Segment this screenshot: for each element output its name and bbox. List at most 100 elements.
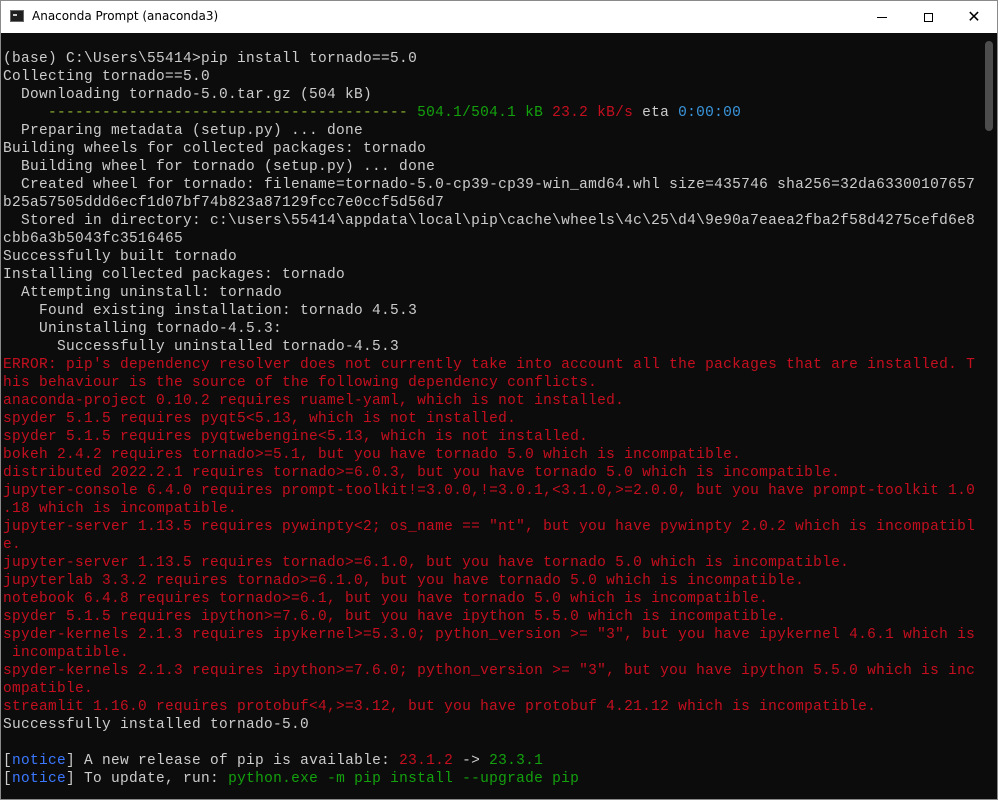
console-text-segment: 23.2 kB/s	[552, 105, 634, 121]
console-text-segment: jupyter-console 6.4.0 requires prompt-to…	[3, 483, 976, 499]
console-text-segment: spyder-kernels 2.1.3 requires ipython>=7…	[3, 663, 976, 679]
console-line: Attempting uninstall: tornado	[3, 284, 975, 302]
console-text-segment: Building wheel for tornado (setup.py) ..…	[3, 159, 436, 175]
console-line: (base) C:\Users\55414>pip install tornad…	[3, 50, 975, 68]
console-line: Stored in directory: c:\users\55414\appd…	[3, 212, 975, 230]
console-line: Collecting tornado==5.0	[3, 68, 975, 86]
vertical-scrollbar[interactable]	[981, 33, 997, 799]
console-text-segment: spyder-kernels 2.1.3 requires ipykernel>…	[3, 627, 976, 643]
console-line: Building wheel for tornado (setup.py) ..…	[3, 158, 975, 176]
console-text-segment: e.	[3, 537, 22, 553]
terminal-icon	[10, 10, 24, 22]
console-line: ERROR: pip's dependency resolver does no…	[3, 356, 975, 374]
close-icon: ✕	[967, 7, 981, 26]
console-text-segment: 23.3.1	[489, 753, 544, 769]
console-text-segment: cbb6a3b5043fc3516465	[3, 231, 184, 247]
console-line: Building wheels for collected packages: …	[3, 140, 975, 158]
console-line: Successfully built tornado	[3, 248, 975, 266]
console-text-segment: b25a57505ddd6ecf1d07bf74b823a87129fcc7e0…	[3, 195, 445, 211]
console-line: bokeh 2.4.2 requires tornado>=5.1, but y…	[3, 446, 975, 464]
console-line: spyder 5.1.5 requires ipython>=7.6.0, bu…	[3, 608, 975, 626]
console-text-segment: Stored in directory: c:\users\55414\appd…	[3, 213, 976, 229]
console-text-segment: [	[3, 771, 13, 787]
console-text-segment: eta	[633, 105, 679, 121]
console-line: spyder 5.1.5 requires pyqt5<5.13, which …	[3, 410, 975, 428]
console-line: jupyterlab 3.3.2 requires tornado>=6.1.0…	[3, 572, 975, 590]
minimize-button[interactable]	[859, 1, 905, 33]
console-text-segment	[543, 105, 552, 121]
console-text-segment: .18 which is incompatible.	[3, 501, 238, 517]
console-text-segment: Uninstalling tornado-4.5.3:	[3, 321, 283, 337]
console-text-segment: his behaviour is the source of the follo…	[3, 375, 598, 391]
console-line: [notice] A new release of pip is availab…	[3, 752, 975, 770]
console-line: jupyter-console 6.4.0 requires prompt-to…	[3, 482, 975, 500]
console-line: Successfully uninstalled tornado-4.5.3	[3, 338, 975, 356]
console-text-segment: anaconda-project 0.10.2 requires ruamel-…	[3, 393, 625, 409]
console-text-segment: Found existing installation: tornado 4.5…	[3, 303, 418, 319]
console-line: Installing collected packages: tornado	[3, 266, 975, 284]
console-text-segment: Collecting tornado==5.0	[3, 69, 211, 85]
console-line: spyder-kernels 2.1.3 requires ipython>=7…	[3, 662, 975, 680]
console-line: anaconda-project 0.10.2 requires ruamel-…	[3, 392, 975, 410]
console-text-segment: Successfully installed tornado-5.0	[3, 717, 310, 733]
console-text-segment: spyder 5.1.5 requires pyqtwebengine<5.13…	[3, 429, 589, 445]
console-text-segment: distributed 2022.2.1 requires tornado>=6…	[3, 465, 841, 481]
console-line: .18 which is incompatible.	[3, 500, 975, 518]
console-line: ompatible.	[3, 680, 975, 698]
console-text-segment: Building wheels for collected packages: …	[3, 141, 427, 157]
console-line: jupyter-server 1.13.5 requires tornado>=…	[3, 554, 975, 572]
console-text-segment: Preparing metadata (setup.py) ... done	[3, 123, 364, 139]
console-text-segment: bokeh 2.4.2 requires tornado>=5.1, but y…	[3, 447, 742, 463]
console-text-segment: 0:00:00	[678, 105, 742, 121]
console-text-segment: 23.1.2	[399, 753, 454, 769]
console-line: Found existing installation: tornado 4.5…	[3, 302, 975, 320]
console-line: Preparing metadata (setup.py) ... done	[3, 122, 975, 140]
console-text-segment: notebook 6.4.8 requires tornado>=6.1, bu…	[3, 591, 769, 607]
console-line: b25a57505ddd6ecf1d07bf74b823a87129fcc7e0…	[3, 194, 975, 212]
console-text-segment: ompatible.	[3, 681, 94, 697]
console-text-segment: Installing collected packages: tornado	[3, 267, 346, 283]
console-text-segment: Downloading tornado-5.0.tar.gz (504 kB)	[3, 87, 373, 103]
console-line: e.	[3, 536, 975, 554]
console-lines: (base) C:\Users\55414>pip install tornad…	[3, 50, 975, 788]
console-line: [notice] To update, run: python.exe -m p…	[3, 770, 975, 788]
console-text-segment: jupyter-server 1.13.5 requires tornado>=…	[3, 555, 850, 571]
console-line: his behaviour is the source of the follo…	[3, 374, 975, 392]
console-text-segment: jupyter-server 1.13.5 requires pywinpty<…	[3, 519, 976, 535]
console-line: cbb6a3b5043fc3516465	[3, 230, 975, 248]
console-line: streamlit 1.16.0 requires protobuf<4,>=3…	[3, 698, 975, 716]
console-line: spyder 5.1.5 requires pyqtwebengine<5.13…	[3, 428, 975, 446]
console-text-segment: spyder 5.1.5 requires ipython>=7.6.0, bu…	[3, 609, 787, 625]
console-line: distributed 2022.2.1 requires tornado>=6…	[3, 464, 975, 482]
console-text-segment: Successfully uninstalled tornado-4.5.3	[3, 339, 400, 355]
console-line: jupyter-server 1.13.5 requires pywinpty<…	[3, 518, 975, 536]
maximize-icon	[923, 12, 933, 22]
console-text-segment: notice	[12, 771, 67, 787]
console-text-segment: Created wheel for tornado: filename=torn…	[3, 177, 976, 193]
scrollbar-thumb[interactable]	[985, 41, 993, 131]
console-text-segment: ] A new release of pip is available:	[66, 753, 400, 769]
terminal-window: Anaconda Prompt (anaconda3) ✕ (base) C:\…	[0, 0, 998, 800]
console-text-segment: [	[3, 753, 13, 769]
close-button[interactable]: ✕	[951, 1, 997, 33]
console-text-segment: jupyterlab 3.3.2 requires tornado>=6.1.0…	[3, 573, 805, 589]
console-text-segment: python.exe -m pip install --upgrade pip	[228, 771, 580, 787]
console-output[interactable]: (base) C:\Users\55414>pip install tornad…	[1, 33, 981, 799]
console-text-segment: ] To update, run:	[66, 771, 229, 787]
console-line: incompatible.	[3, 644, 975, 662]
minimize-icon	[877, 16, 887, 18]
console-line: Successfully installed tornado-5.0	[3, 716, 975, 734]
maximize-button[interactable]	[905, 1, 951, 33]
console-text-segment: ->	[453, 753, 490, 769]
console-line: Downloading tornado-5.0.tar.gz (504 kB)	[3, 86, 975, 104]
title-bar[interactable]: Anaconda Prompt (anaconda3) ✕	[1, 1, 997, 33]
console-text-segment: 504.1/504.1 kB	[417, 105, 544, 121]
console-line: ----------------------------------------…	[3, 104, 975, 122]
console-line: Created wheel for tornado: filename=torn…	[3, 176, 975, 194]
console-text-segment: ----------------------------------------	[3, 105, 418, 121]
console-line: Uninstalling tornado-4.5.3:	[3, 320, 975, 338]
console-text-segment: spyder 5.1.5 requires pyqt5<5.13, which …	[3, 411, 517, 427]
console-text-segment: ERROR: pip's dependency resolver does no…	[3, 357, 976, 373]
console-text-segment: Successfully built tornado	[3, 249, 238, 265]
